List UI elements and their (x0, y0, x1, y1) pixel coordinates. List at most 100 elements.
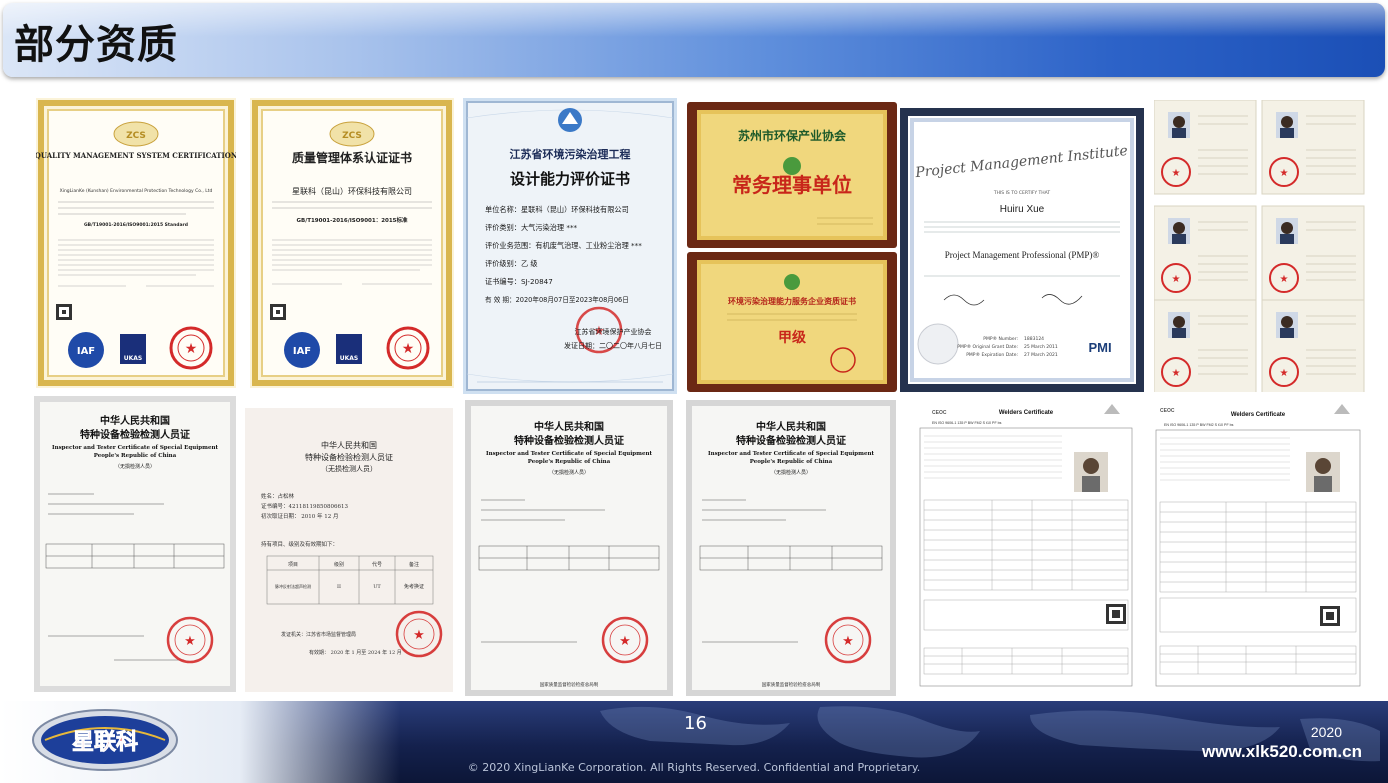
welder-standard: EN ISO 9606-1 135 P BW FM2 S t10 PF bs (932, 421, 1002, 425)
welder-2-image: CEOC Welders Certificate EN ISO 9606-1 1… (1150, 400, 1366, 692)
cert-badge: ZCS (342, 131, 362, 141)
cert-heading: QUALITY MANAGEMENT SYSTEM CERTIFICATION (36, 151, 236, 160)
pmp-expiration: 27 March 2021 (1024, 352, 1058, 358)
pmp-name: Huiru Xue (1000, 204, 1045, 215)
inspector-cell: UT (373, 584, 381, 590)
inspector-first-issue: 初次取证日期： 2010 年 12 月 (261, 512, 339, 520)
inspector-title-1: 中华人民共和国 (100, 414, 170, 427)
certificate-inspector-3[interactable]: 中华人民共和国 特种设备检验检测人员证 Inspector and Tester… (465, 400, 673, 696)
certificate-qms-en[interactable]: ZCS QUALITY MANAGEMENT SYSTEM CERTIFICAT… (36, 98, 236, 388)
inspector-footer: 国家质量监督检验检疫总局制 (540, 681, 599, 688)
iaf-mark: IAF (77, 346, 95, 357)
svg-text:PMP® Expiration Date:: PMP® Expiration Date: (966, 351, 1018, 358)
inspector-3-image: 中华人民共和国 特种设备检验检测人员证 Inspector and Tester… (465, 400, 673, 696)
inspector-cell: II (337, 584, 341, 590)
cert-company: XingLianKe (Kunshan) Environmental Prote… (60, 188, 213, 194)
certificate-qms-en-image: ZCS QUALITY MANAGEMENT SYSTEM CERTIFICAT… (36, 98, 236, 388)
inspector-subtitle: （无损检测人员） (115, 463, 155, 470)
inspector-title-en-2: People's Republic of China (94, 453, 177, 459)
cert-company: 星联科（昆山）环保科技有限公司 (292, 186, 412, 196)
certificate-plaques[interactable]: 苏州市环保产业协会 常务理事单位 环境污染治理能力服务企业资质证书 甲级 (687, 102, 897, 392)
id-cards-image: ★ (1154, 100, 1366, 392)
iaf-mark: IAF (293, 346, 311, 357)
inspector-table-head: 持有项目、级别及有效期如下： (261, 540, 338, 548)
plaque-2-text: 甲级 (778, 329, 807, 346)
cert-standard: GB/T19001-2016/ISO9001：2015标准 (297, 216, 408, 224)
svg-text:★: ★ (184, 634, 196, 649)
welder-brand: CEOC (1160, 408, 1175, 414)
inspector-issuer: 发证机关：江苏省市场监督管理局 (281, 631, 356, 638)
inspector-cell: 脉冲反射法超声检测 (275, 583, 311, 589)
plaque-1-title: 苏州市环保产业协会 (738, 128, 847, 143)
welder-heading: Welders Certificate (999, 410, 1054, 416)
inspector-title-2: 特种设备检验检测人员证 (80, 428, 190, 441)
cert-badge: ZCS (126, 131, 146, 141)
plaques-image: 苏州市环保产业协会 常务理事单位 环境污染治理能力服务企业资质证书 甲级 (687, 102, 897, 392)
welder-brand: CEOC (932, 410, 947, 416)
page-title: 部分资质 (14, 22, 178, 68)
ukas-mark: UKAS (124, 355, 143, 362)
inspector-subtitle: （无损检测人员） (321, 464, 377, 473)
svg-text:★: ★ (413, 628, 425, 643)
inspector-4-image: 中华人民共和国 特种设备检验检测人员证 Inspector and Tester… (686, 400, 896, 696)
pmp-credential: Project Management Professional (PMP)® (945, 250, 1100, 260)
certificate-welder-2[interactable]: CEOC Welders Certificate EN ISO 9606-1 1… (1150, 400, 1366, 692)
inspector-title-en-1: Inspector and Tester Certificate of Spec… (708, 451, 874, 457)
welder-standard: EN ISO 9606-1 135 P BW FM2 S t10 PF bs (1164, 423, 1234, 427)
cert-standard: GB/T19001-2016/ISO9001:2015 Standard (84, 222, 188, 228)
certificate-design-capability[interactable]: 江苏省环境污染治理工程 设计能力评价证书 单位名称：星联科（昆山）环保科技有限公… (463, 98, 677, 394)
cert-row: 评价类别：大气污染治理 *** (485, 223, 578, 232)
title-bar (3, 3, 1385, 77)
welder-1-image: CEOC Welders Certificate EN ISO 9606-1 1… (912, 400, 1140, 692)
ukas-mark: UKAS (340, 355, 359, 362)
certificate-inspector-4[interactable]: 中华人民共和国 特种设备检验检测人员证 Inspector and Tester… (686, 400, 896, 696)
footer-year: 2020 (1310, 724, 1342, 740)
website-link[interactable]: www.xlk520.com.cn (1202, 742, 1362, 762)
inspector-title-1: 中华人民共和国 (756, 420, 826, 433)
svg-text:★: ★ (402, 341, 415, 357)
inspector-cert-no: 证书编号：42118119850806613 (261, 502, 348, 510)
pmp-certify: THIS IS TO CERTIFY THAT (993, 190, 1051, 196)
inspector-name: 姓名：占松林 (261, 492, 295, 500)
plaque-2-title: 环境污染治理能力服务企业资质证书 (728, 296, 856, 306)
copyright-notice: © 2020 XingLianKe Corporation. All Right… (467, 761, 921, 774)
svg-text:PMP® Original Grant Date:: PMP® Original Grant Date: (957, 343, 1018, 350)
svg-text:★: ★ (185, 341, 198, 357)
cert-row: 有 效 期：2020年08月07日至2023年08月06日 (485, 295, 629, 304)
inspector-title-2: 特种设备检验检测人员证 (305, 452, 393, 462)
certificate-inspector-2[interactable]: 中华人民共和国 特种设备检验检测人员证 （无损检测人员） 姓名：占松林 证书编号… (245, 408, 453, 692)
inspector-title-1: 中华人民共和国 (321, 440, 377, 450)
certificate-id-cards[interactable]: ★ (1154, 100, 1366, 392)
certificate-qms-cn[interactable]: ZCS 质量管理体系认证证书 星联科（昆山）环保科技有限公司 GB/T19001… (250, 98, 454, 388)
inspector-col: 备注 (409, 561, 419, 568)
plaque-1-text: 常务理事单位 (732, 173, 852, 197)
inspector-subtitle: （无损检测人员） (771, 469, 811, 476)
inspector-cell: 免考换证 (404, 583, 424, 590)
cert-row: 评价级别：乙 级 (485, 259, 538, 268)
certificate-design-image: 江苏省环境污染治理工程 设计能力评价证书 单位名称：星联科（昆山）环保科技有限公… (463, 98, 677, 394)
inspector-col: 项目 (288, 562, 298, 568)
certificate-inspector-1[interactable]: 中华人民共和国 特种设备检验检测人员证 Inspector and Tester… (34, 396, 236, 692)
inspector-title-en-1: Inspector and Tester Certificate of Spec… (486, 451, 652, 457)
inspector-title-1: 中华人民共和国 (534, 420, 604, 433)
certificate-pmp[interactable]: Project Management Institute THIS IS TO … (900, 108, 1144, 392)
welder-heading: Welders Certificate (1231, 412, 1286, 418)
pmp-number: 1883124 (1024, 336, 1044, 342)
pmp-image: Project Management Institute THIS IS TO … (900, 108, 1144, 392)
inspector-valid: 有效期： 2020 年 1 月至 2024 年 12 月 (309, 649, 402, 656)
svg-text:★: ★ (842, 634, 854, 649)
cert-heading: 质量管理体系认证证书 (292, 150, 412, 165)
certificate-qms-cn-image: ZCS 质量管理体系认证证书 星联科（昆山）环保科技有限公司 GB/T19001… (250, 98, 454, 388)
svg-text:PMP® Number:: PMP® Number: (983, 335, 1018, 342)
cert-row: 评价业务范围：有机废气治理、工业粉尘治理 *** (485, 241, 642, 250)
inspector-2-image: 中华人民共和国 特种设备检验检测人员证 （无损检测人员） 姓名：占松林 证书编号… (245, 408, 453, 692)
certificate-welder-1[interactable]: CEOC Welders Certificate EN ISO 9606-1 1… (912, 400, 1140, 692)
logo-text: 星联科 (72, 730, 138, 755)
pmp-grant-date: 25 March 2011 (1024, 344, 1058, 350)
cert-issuer: 江苏省环境保护产业协会 (575, 327, 652, 336)
cert-date: 发证日期：二〇二〇年八月七日 (564, 341, 662, 350)
inspector-title-2: 特种设备检验检测人员证 (736, 434, 846, 447)
cert-row: 单位名称：星联科（昆山）环保科技有限公司 (485, 205, 629, 214)
cert-heading-1: 江苏省环境污染治理工程 (510, 147, 631, 161)
cert-heading-2: 设计能力评价证书 (510, 170, 630, 188)
